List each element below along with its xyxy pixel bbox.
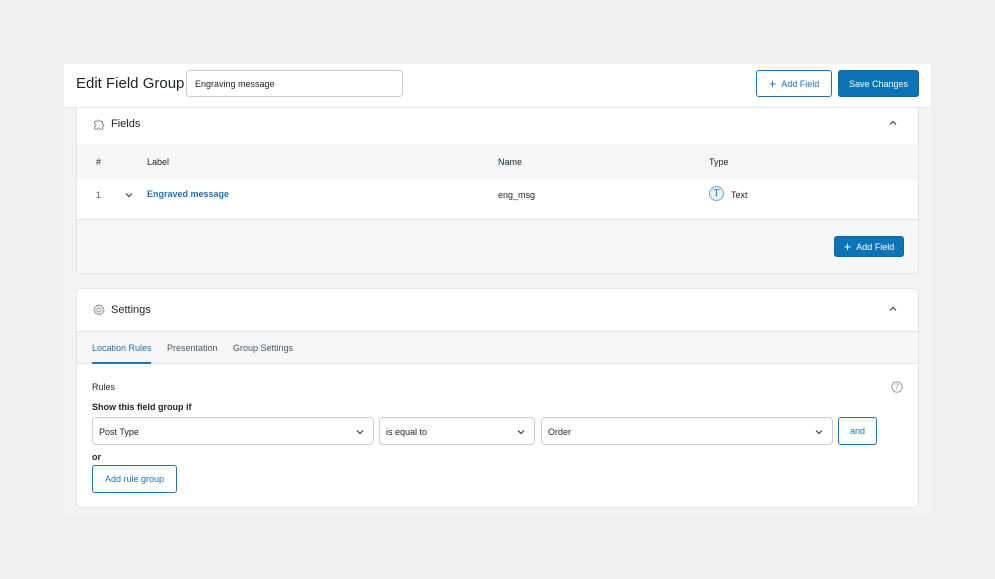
chevron-down-icon[interactable] — [124, 190, 134, 200]
rule-operator-value: is equal to — [386, 427, 428, 437]
fields-panel-title: Fields — [111, 118, 141, 130]
field-group-title-input[interactable] — [186, 70, 403, 97]
gear-icon — [93, 304, 105, 316]
chevron-down-icon — [356, 430, 364, 435]
and-label: and — [849, 426, 866, 436]
column-header-num: # — [96, 157, 102, 167]
rule-param-value: Post Type — [99, 427, 139, 437]
add-rule-group-button[interactable]: Add rule group — [92, 465, 177, 493]
save-changes-label: Save Changes — [848, 78, 909, 89]
add-field-label: Add Field — [781, 78, 820, 89]
add-field-footer-button[interactable]: + Add Field — [834, 236, 904, 257]
rules-label: Rules — [92, 382, 116, 392]
add-rule-group-label: Add rule group — [104, 474, 165, 484]
fields-table-footer: + Add Field — [77, 220, 918, 273]
rule-param-select[interactable]: Post Type — [92, 417, 374, 445]
settings-panel-title: Settings — [111, 304, 151, 316]
field-type: Text — [731, 190, 748, 200]
save-changes-button[interactable]: Save Changes — [838, 70, 919, 97]
page-header: Edit Field Group + Add Field Save Change… — [64, 64, 931, 108]
column-header-name: Name — [498, 157, 523, 167]
rule-condition-label: Show this field group if — [92, 402, 192, 412]
text-type-icon: T — [709, 186, 724, 201]
plus-icon: + — [768, 76, 777, 91]
settings-panel: Settings Location Rules Presentation Gro… — [76, 288, 919, 508]
chevron-down-icon — [517, 430, 525, 435]
edit-field-group-screen: Edit Field Group + Add Field Save Change… — [64, 64, 931, 515]
add-field-footer-label: Add Field — [856, 241, 895, 252]
active-tab-indicator — [92, 362, 151, 364]
svg-text:?: ? — [895, 383, 899, 392]
fields-panel: Fields # Label Name Type 1 Engraved mess… — [76, 108, 919, 274]
chevron-up-icon[interactable] — [888, 118, 898, 128]
rule-operator-select[interactable]: is equal to — [379, 417, 535, 445]
fields-table-header: # Label Name Type — [77, 144, 918, 179]
tab-presentation[interactable]: Presentation — [167, 343, 218, 353]
fields-panel-header[interactable]: Fields — [77, 108, 918, 142]
field-name: eng_msg — [498, 190, 536, 200]
page-title: Edit Field Group — [76, 75, 185, 92]
or-label: or — [92, 452, 101, 462]
tab-location-rules[interactable]: Location Rules — [92, 343, 152, 353]
chevron-up-icon[interactable] — [888, 304, 898, 314]
field-label-link[interactable]: Engraved message — [147, 189, 229, 199]
puzzle-icon — [94, 119, 105, 130]
help-icon[interactable]: ? — [891, 381, 903, 393]
field-order-number: 1 — [96, 190, 102, 200]
tab-group-settings[interactable]: Group Settings — [233, 343, 293, 353]
table-row[interactable]: 1 Engraved message eng_msg T Text — [77, 179, 918, 220]
column-header-label: Label — [147, 157, 170, 167]
add-field-button[interactable]: + Add Field — [756, 70, 832, 97]
column-header-type: Type — [709, 157, 729, 167]
settings-panel-header[interactable]: Settings — [77, 289, 918, 331]
plus-icon: + — [843, 239, 852, 254]
rule-value-select[interactable]: Order — [541, 417, 833, 445]
settings-tabs: Location Rules Presentation Group Settin… — [77, 331, 918, 364]
and-button[interactable]: and — [838, 417, 877, 445]
chevron-down-icon — [815, 430, 823, 435]
rule-value-value: Order — [548, 427, 572, 437]
